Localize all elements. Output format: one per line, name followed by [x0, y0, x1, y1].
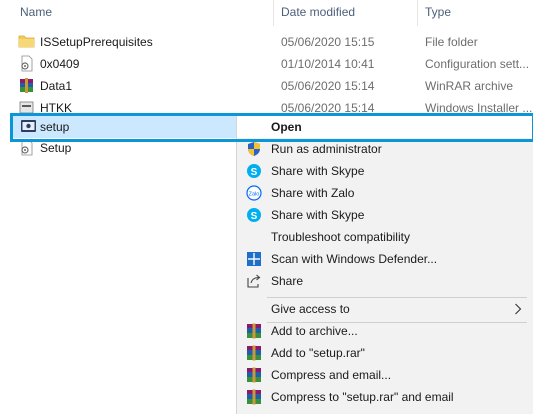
context-menu: Open Run as administrator S Share with S… — [236, 116, 533, 414]
winrar-icon — [247, 367, 261, 383]
menu-item-label: Scan with Windows Defender... — [271, 252, 438, 266]
column-divider[interactable] — [273, 0, 274, 26]
windows-defender-icon — [247, 252, 261, 266]
menu-item-label: Add to "setup.rar" — [271, 346, 365, 360]
file-row-isssetupprerequisites[interactable]: ISSetupPrerequisites 05/06/2020 15:15 Fi… — [0, 31, 533, 53]
column-header-bar: Name Date modified Type — [0, 0, 533, 26]
file-name: Setup — [40, 141, 72, 155]
menu-item-label: Add to archive... — [271, 324, 358, 338]
column-header-date-modified[interactable]: Date modified — [281, 5, 355, 19]
menu-item-label: Compress and email... — [271, 368, 392, 382]
folder-icon — [18, 35, 35, 48]
file-date: 01/10/2014 10:41 — [281, 57, 375, 71]
menu-item-compress-to-setup-rar-and-email[interactable]: Compress to "setup.rar" and email — [237, 386, 533, 408]
menu-item-troubleshoot-compatibility[interactable]: Troubleshoot compatibility — [237, 226, 533, 248]
menu-item-label: Share with Zalo — [271, 186, 355, 200]
menu-item-scan-with-defender[interactable]: Scan with Windows Defender... — [237, 248, 533, 270]
winrar-archive-icon — [20, 78, 33, 93]
menu-item-share-with-skype[interactable]: S Share with Skype — [237, 160, 533, 182]
winrar-icon — [247, 323, 261, 339]
menu-item-share-with-zalo[interactable]: Zalo Share with Zalo — [237, 182, 533, 204]
file-date: 05/06/2020 15:15 — [281, 35, 375, 49]
svg-text:S: S — [251, 167, 258, 178]
column-header-name[interactable]: Name — [20, 5, 52, 19]
config-file-icon — [21, 55, 33, 72]
winrar-icon — [247, 389, 261, 405]
skype-icon: S — [247, 208, 261, 222]
svg-text:S: S — [251, 211, 258, 222]
file-name: 0x0409 — [40, 57, 80, 71]
file-type: Configuration sett... — [425, 57, 530, 71]
zalo-icon: Zalo — [246, 185, 262, 201]
menu-item-label: Give access to — [271, 302, 350, 316]
menu-item-add-to-setup-rar[interactable]: Add to "setup.rar" — [237, 342, 533, 364]
skype-icon: S — [247, 164, 261, 178]
file-name: Data1 — [40, 79, 73, 93]
file-row-data1[interactable]: Data1 05/06/2020 15:14 WinRAR archive — [0, 75, 533, 97]
menu-item-compress-and-email[interactable]: Compress and email... — [237, 364, 533, 386]
file-date: 05/06/2020 15:14 — [281, 79, 375, 93]
svg-text:Zalo: Zalo — [249, 192, 260, 198]
chevron-right-icon — [515, 303, 522, 315]
file-type: File folder — [425, 35, 478, 49]
sort-chevron-icon — [138, 0, 148, 2]
menu-item-label: Troubleshoot compatibility — [271, 230, 410, 244]
column-divider[interactable] — [417, 0, 418, 26]
menu-item-label: Share with Skype — [271, 164, 365, 178]
uac-shield-icon — [248, 142, 260, 156]
file-name: ISSetupPrerequisites — [40, 35, 153, 49]
menu-item-give-access-to[interactable]: Give access to — [237, 298, 533, 320]
file-type: WinRAR archive — [425, 79, 514, 93]
menu-item-share-with-skype[interactable]: S Share with Skype — [237, 204, 533, 226]
menu-item-label: Share — [271, 274, 304, 288]
share-icon — [247, 274, 261, 288]
menu-item-label: Run as administrator — [271, 142, 382, 156]
winrar-icon — [247, 345, 261, 361]
menu-item-share[interactable]: Share — [237, 270, 533, 292]
menu-item-add-to-archive[interactable]: Add to archive... — [237, 320, 533, 342]
menu-item-label: Compress to "setup.rar" and email — [271, 390, 454, 404]
column-header-type[interactable]: Type — [425, 5, 451, 19]
menu-item-label: Share with Skype — [271, 208, 365, 222]
file-row-0x0409[interactable]: 0x0409 01/10/2014 10:41 Configuration se… — [0, 53, 533, 75]
highlight-annotation-box — [10, 113, 533, 142]
